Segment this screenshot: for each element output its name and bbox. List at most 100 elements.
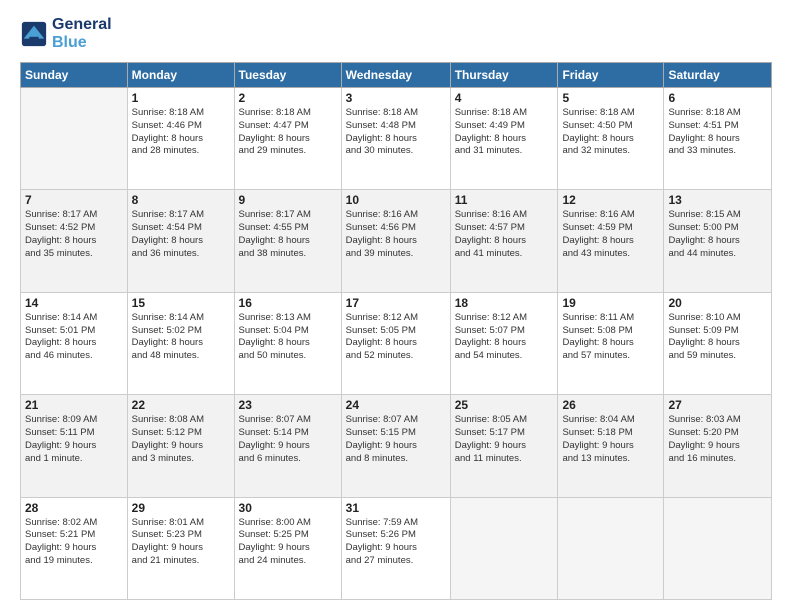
day-info: Sunrise: 8:13 AM Sunset: 5:04 PM Dayligh… (239, 312, 337, 363)
day-number: 27 (668, 398, 767, 412)
day-info: Sunrise: 8:04 AM Sunset: 5:18 PM Dayligh… (562, 414, 659, 465)
day-number: 29 (132, 501, 230, 515)
day-info: Sunrise: 8:16 AM Sunset: 4:56 PM Dayligh… (346, 209, 446, 260)
calendar-cell: 28 Sunrise: 8:02 AM Sunset: 5:21 PM Dayli… (21, 497, 128, 599)
day-info: Sunrise: 8:08 AM Sunset: 5:12 PM Dayligh… (132, 414, 230, 465)
calendar-cell: 2 Sunrise: 8:18 AM Sunset: 4:47 PM Daylig… (234, 88, 341, 190)
calendar-cell: 24 Sunrise: 8:07 AM Sunset: 5:15 PM Dayli… (341, 395, 450, 497)
calendar-cell: 30 Sunrise: 8:00 AM Sunset: 5:25 PM Dayli… (234, 497, 341, 599)
calendar-week-row: 21Sunrise: 8:09 AM Sunset: 5:11 PM Dayli… (21, 395, 772, 497)
day-info: Sunrise: 8:05 AM Sunset: 5:17 PM Dayligh… (455, 414, 554, 465)
calendar-cell: 6 Sunrise: 8:18 AM Sunset: 4:51 PM Daylig… (664, 88, 772, 190)
calendar-cell: 12Sunrise: 8:16 AM Sunset: 4:59 PM Dayli… (558, 190, 664, 292)
day-info: Sunrise: 8:18 AM Sunset: 4:51 PM Dayligh… (668, 107, 767, 158)
day-info: Sunrise: 8:18 AM Sunset: 4:50 PM Dayligh… (562, 107, 659, 158)
day-number: 30 (239, 501, 337, 515)
calendar-cell (558, 497, 664, 599)
day-info: Sunrise: 8:10 AM Sunset: 5:09 PM Dayligh… (668, 312, 767, 363)
day-number: 16 (239, 296, 337, 310)
calendar-cell: 17 Sunrise: 8:12 AM Sunset: 5:05 PM Dayli… (341, 292, 450, 394)
day-number: 3 (346, 91, 446, 105)
day-number: 31 (346, 501, 446, 515)
logo: General Blue (20, 16, 112, 52)
day-info: Sunrise: 8:01 AM Sunset: 5:23 PM Dayligh… (132, 517, 230, 568)
calendar-cell: 27Sunrise: 8:03 AM Sunset: 5:20 PM Dayli… (664, 395, 772, 497)
day-number: 26 (562, 398, 659, 412)
weekday-header: Thursday (450, 63, 558, 88)
day-info: Sunrise: 8:18 AM Sunset: 4:46 PM Dayligh… (132, 107, 230, 158)
day-number: 28 (25, 501, 123, 515)
day-number: 5 (562, 91, 659, 105)
calendar-week-row: 7 Sunrise: 8:17 AM Sunset: 4:52 PM Daylig… (21, 190, 772, 292)
calendar-week-row: 28 Sunrise: 8:02 AM Sunset: 5:21 PM Dayli… (21, 497, 772, 599)
calendar-cell: 9 Sunrise: 8:17 AM Sunset: 4:55 PM Daylig… (234, 190, 341, 292)
day-info: Sunrise: 8:17 AM Sunset: 4:52 PM Dayligh… (25, 209, 123, 260)
weekday-header: Tuesday (234, 63, 341, 88)
day-info: Sunrise: 8:18 AM Sunset: 4:47 PM Dayligh… (239, 107, 337, 158)
day-info: Sunrise: 8:11 AM Sunset: 5:08 PM Dayligh… (562, 312, 659, 363)
day-number: 8 (132, 193, 230, 207)
weekday-header: Wednesday (341, 63, 450, 88)
day-number: 14 (25, 296, 123, 310)
day-number: 4 (455, 91, 554, 105)
calendar-cell: 29 Sunrise: 8:01 AM Sunset: 5:23 PM Dayli… (127, 497, 234, 599)
day-number: 23 (239, 398, 337, 412)
day-number: 17 (346, 296, 446, 310)
calendar-cell: 4 Sunrise: 8:18 AM Sunset: 4:49 PM Daylig… (450, 88, 558, 190)
day-number: 2 (239, 91, 337, 105)
calendar-cell: 25 Sunrise: 8:05 AM Sunset: 5:17 PM Dayli… (450, 395, 558, 497)
day-info: Sunrise: 8:16 AM Sunset: 4:59 PM Dayligh… (562, 209, 659, 260)
calendar-cell: 7 Sunrise: 8:17 AM Sunset: 4:52 PM Daylig… (21, 190, 128, 292)
day-info: Sunrise: 8:17 AM Sunset: 4:55 PM Dayligh… (239, 209, 337, 260)
day-number: 24 (346, 398, 446, 412)
calendar-cell: 22 Sunrise: 8:08 AM Sunset: 5:12 PM Dayli… (127, 395, 234, 497)
page-header: General Blue (20, 16, 772, 52)
day-number: 10 (346, 193, 446, 207)
day-info: Sunrise: 8:09 AM Sunset: 5:11 PM Dayligh… (25, 414, 123, 465)
day-info: Sunrise: 7:59 AM Sunset: 5:26 PM Dayligh… (346, 517, 446, 568)
calendar-cell: 19 Sunrise: 8:11 AM Sunset: 5:08 PM Dayli… (558, 292, 664, 394)
day-info: Sunrise: 8:14 AM Sunset: 5:01 PM Dayligh… (25, 312, 123, 363)
calendar-header-row: SundayMondayTuesdayWednesdayThursdayFrid… (21, 63, 772, 88)
day-number: 13 (668, 193, 767, 207)
day-number: 20 (668, 296, 767, 310)
weekday-header: Monday (127, 63, 234, 88)
calendar-cell (664, 497, 772, 599)
weekday-header: Friday (558, 63, 664, 88)
day-number: 1 (132, 91, 230, 105)
calendar-cell: 5 Sunrise: 8:18 AM Sunset: 4:50 PM Daylig… (558, 88, 664, 190)
day-info: Sunrise: 8:15 AM Sunset: 5:00 PM Dayligh… (668, 209, 767, 260)
day-number: 7 (25, 193, 123, 207)
calendar-cell: 10 Sunrise: 8:16 AM Sunset: 4:56 PM Dayli… (341, 190, 450, 292)
day-number: 22 (132, 398, 230, 412)
calendar-week-row: 1 Sunrise: 8:18 AM Sunset: 4:46 PM Daylig… (21, 88, 772, 190)
weekday-header: Saturday (664, 63, 772, 88)
day-info: Sunrise: 8:12 AM Sunset: 5:05 PM Dayligh… (346, 312, 446, 363)
day-number: 25 (455, 398, 554, 412)
weekday-header: Sunday (21, 63, 128, 88)
day-number: 6 (668, 91, 767, 105)
day-info: Sunrise: 8:14 AM Sunset: 5:02 PM Dayligh… (132, 312, 230, 363)
calendar-table: SundayMondayTuesdayWednesdayThursdayFrid… (20, 62, 772, 600)
calendar-week-row: 14 Sunrise: 8:14 AM Sunset: 5:01 PM Dayli… (21, 292, 772, 394)
calendar-cell: 13 Sunrise: 8:15 AM Sunset: 5:00 PM Dayli… (664, 190, 772, 292)
day-info: Sunrise: 8:16 AM Sunset: 4:57 PM Dayligh… (455, 209, 554, 260)
day-number: 18 (455, 296, 554, 310)
day-info: Sunrise: 8:07 AM Sunset: 5:14 PM Dayligh… (239, 414, 337, 465)
day-number: 11 (455, 193, 554, 207)
day-info: Sunrise: 8:18 AM Sunset: 4:49 PM Dayligh… (455, 107, 554, 158)
day-info: Sunrise: 8:07 AM Sunset: 5:15 PM Dayligh… (346, 414, 446, 465)
day-info: Sunrise: 8:02 AM Sunset: 5:21 PM Dayligh… (25, 517, 123, 568)
day-info: Sunrise: 8:12 AM Sunset: 5:07 PM Dayligh… (455, 312, 554, 363)
calendar-cell: 1 Sunrise: 8:18 AM Sunset: 4:46 PM Daylig… (127, 88, 234, 190)
calendar-cell: 8 Sunrise: 8:17 AM Sunset: 4:54 PM Daylig… (127, 190, 234, 292)
day-number: 9 (239, 193, 337, 207)
calendar-cell: 26 Sunrise: 8:04 AM Sunset: 5:18 PM Dayli… (558, 395, 664, 497)
day-info: Sunrise: 8:17 AM Sunset: 4:54 PM Dayligh… (132, 209, 230, 260)
calendar-cell: 14 Sunrise: 8:14 AM Sunset: 5:01 PM Dayli… (21, 292, 128, 394)
day-number: 19 (562, 296, 659, 310)
calendar-cell: 3Sunrise: 8:18 AM Sunset: 4:48 PM Daylig… (341, 88, 450, 190)
calendar-cell: 31 Sunrise: 7:59 AM Sunset: 5:26 PM Dayli… (341, 497, 450, 599)
day-info: Sunrise: 8:00 AM Sunset: 5:25 PM Dayligh… (239, 517, 337, 568)
calendar-cell: 18 Sunrise: 8:12 AM Sunset: 5:07 PM Dayli… (450, 292, 558, 394)
